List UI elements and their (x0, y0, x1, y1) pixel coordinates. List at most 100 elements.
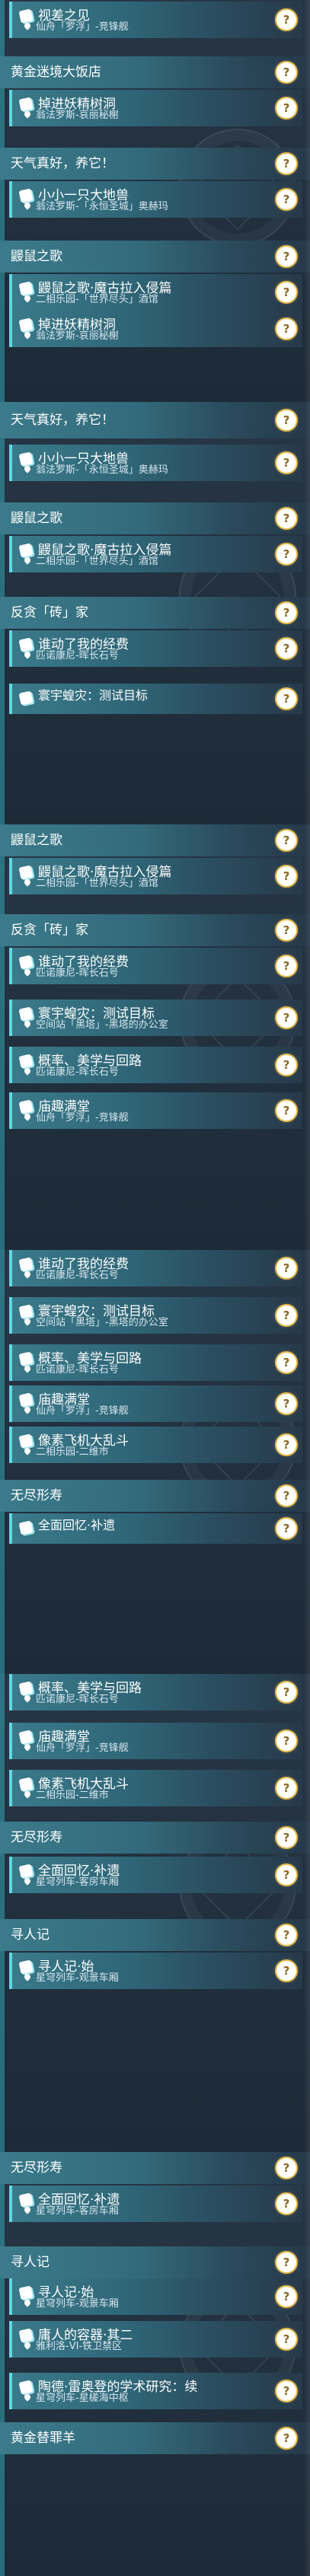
exclamation-badge-icon: ? (276, 1394, 296, 1414)
quest-list-item[interactable]: 谁动了我的经费 匹诺康尼-晖长石号? (9, 630, 302, 667)
quest-location: 二相乐园-二维市 (24, 1446, 109, 1459)
quest-list-item[interactable]: 谁动了我的经费 匹诺康尼-晖长石号? (9, 948, 302, 984)
map-pin-icon (24, 1446, 32, 1455)
exclamation-badge-icon: ? (276, 1435, 296, 1455)
exclamation-badge-icon: ? (276, 1865, 296, 1885)
quest-group-header[interactable]: 鼹鼠之歌? (0, 241, 310, 273)
quest-list-item[interactable]: 小小一只大地兽 翁法罗斯-「永恒圣城」奥赫玛? (9, 445, 302, 481)
quest-location-text: 翁法罗斯-「永恒圣城」奥赫玛 (36, 201, 168, 212)
quest-location-text: 匹诺康尼-晖长石号 (36, 968, 119, 979)
exclamation-badge-icon: ? (276, 190, 296, 209)
quest-list-item[interactable]: 庙趣满堂 仙舟「罗浮」-竞锋舰? (9, 1723, 302, 1759)
quest-list-item[interactable]: 全面回忆·补遗? (9, 1513, 302, 1544)
exclamation-badge-icon: ? (276, 544, 296, 564)
quest-list-item[interactable]: 概率、美学与回路 匹诺康尼-晖长石号? (9, 1344, 302, 1381)
exclamation-badge-icon: ? (276, 1008, 296, 1028)
quest-list-item[interactable]: 鼹鼠之歌·魔古拉入侵篇 二相乐园-「世界尽头」酒馆? (9, 536, 302, 572)
map-pin-icon (24, 464, 32, 473)
quest-list-item[interactable]: 鼹鼠之歌·魔古拉入侵篇 二相乐园-「世界尽头」酒馆? (9, 858, 302, 894)
screenshot-strip: 视差之见 仙舟「罗浮」-竞锋舰? 黄金迷境大饭店? 掉进妖精树洞 翁法罗斯-哀丽秘榭? 天… (0, 0, 310, 402)
quest-list-item[interactable]: 像素飞机大乱斗 二相乐园-二维市? (9, 1770, 302, 1806)
quest-location: 空间站「黑塔」-黑塔的办公室 (24, 1317, 168, 1329)
quest-list-item[interactable]: 寻人记·始 星穹列车-观景车厢? (9, 1953, 302, 1989)
exclamation-badge-icon: ? (276, 1353, 296, 1372)
quest-list-item[interactable]: 庙趣满堂 仙舟「罗浮」-竞锋舰? (9, 1092, 302, 1129)
quest-location-text: 匹诺康尼-晖长石号 (36, 650, 119, 662)
quest-location: 匹诺康尼-晖长石号 (24, 968, 119, 980)
quest-list-item[interactable]: 寰宇蝗灾：测试目标 空间站「黑塔」-黑塔的办公室? (9, 1297, 302, 1334)
map-pin-icon (24, 1694, 32, 1703)
group-title: 鼹鼠之歌 (11, 833, 62, 848)
quest-group-header[interactable]: 天气真好，养它！? (0, 148, 310, 180)
quest-list-item[interactable]: 全面回忆·补遗 星穹列车-客房车厢? (9, 1857, 302, 1893)
map-pin-icon (24, 110, 32, 119)
quest-list-item[interactable]: 全面回忆·补遗 星穹列车-客房车厢? (9, 2185, 302, 2222)
quest-list-item[interactable]: 掉进妖精树洞 翁法罗斯-哀丽秘榭? (9, 90, 302, 126)
quest-list-item[interactable]: 概率、美学与回路 匹诺康尼-晖长石号? (9, 1674, 302, 1710)
quest-list-item[interactable]: 像素飞机大乱斗 二相乐园-二维市? (9, 1427, 302, 1463)
quest-list-item[interactable]: 陶德·雷奥登的学术研究：续 星穹列车-星槎海中枢? (9, 2373, 302, 2409)
exclamation-badge-icon: ? (276, 154, 296, 174)
quest-location: 二相乐园-「世界尽头」酒馆 (24, 556, 158, 568)
group-title: 寻人记 (11, 1927, 50, 1943)
map-pin-icon (24, 2393, 32, 2402)
map-pin-icon (24, 1112, 32, 1121)
quest-location-text: 仙舟「罗浮」-竞锋舰 (36, 1742, 129, 1754)
quest-location-text: 二相乐园-「世界尽头」酒馆 (36, 878, 158, 889)
map-pin-icon (24, 1019, 32, 1028)
quest-location: 空间站「黑塔」-黑塔的办公室 (24, 1019, 168, 1031)
quest-location: 匹诺康尼-晖长石号 (24, 1066, 119, 1079)
quest-list-item[interactable]: 寰宇蝗灾：测试目标 空间站「黑塔」-黑塔的办公室? (9, 999, 302, 1036)
quest-group-header[interactable]: 寻人记? (0, 1919, 310, 1951)
map-pin-icon (24, 878, 32, 887)
quest-group-header[interactable]: 鼹鼠之歌? (0, 502, 310, 534)
quest-group-header[interactable]: 黄金迷境大饭店? (0, 56, 310, 88)
group-title: 鼹鼠之歌 (11, 249, 62, 264)
map-pin-icon (24, 201, 32, 210)
screenshot-strip: 无尽形寿? 全面回忆·补遗 星穹列车-客房车厢? 寻人记? 寻人记·始 星穹列车-观景车厢… (0, 2152, 310, 2576)
map-pin-icon (24, 2341, 32, 2350)
exclamation-badge-icon: ? (276, 920, 296, 940)
screenshot-strip: 天气真好，养它！? 小小一只大地兽 翁法罗斯-「永恒圣城」奥赫玛? 鼹鼠之歌? 鼹鼠之歌… (0, 402, 310, 824)
quest-location-text: 星穹列车-星槎海中枢 (36, 2393, 129, 2404)
quest-list-item[interactable]: 小小一只大地兽 翁法罗斯-「永恒圣城」奥赫玛? (9, 181, 302, 218)
quest-group-header[interactable]: 无尽形寿? (0, 1822, 310, 1854)
quest-location: 二相乐园-「世界尽头」酒馆 (24, 294, 158, 306)
quest-location-text: 星穹列车-客房车厢 (36, 2205, 119, 2217)
quest-list-item[interactable]: 庸人的容器·其二 雅利洛-VI-铁卫禁区? (9, 2321, 302, 2358)
quest-group-header[interactable]: 鼹鼠之歌? (0, 824, 310, 856)
group-title: 天气真好，养它！ (11, 413, 114, 428)
quest-location: 翁法罗斯-哀丽秘榭 (24, 110, 119, 122)
exclamation-badge-icon: ? (276, 453, 296, 473)
quest-list-item[interactable]: 概率、美学与回路 匹诺康尼-晖长石号? (9, 1047, 302, 1083)
map-pin-icon (24, 650, 32, 659)
group-title: 寻人记 (11, 2255, 50, 2270)
exclamation-badge-icon: ? (276, 689, 296, 709)
map-pin-icon (24, 968, 32, 977)
quest-group-header[interactable]: 无尽形寿? (0, 1480, 310, 1512)
group-title: 天气真好，养它！ (11, 156, 114, 171)
quest-list-item[interactable]: 寰宇蝗灾：测试目标? (9, 684, 302, 714)
quest-list-item[interactable]: 鼹鼠之歌·魔古拉入侵篇 二相乐园-「世界尽头」酒馆? (9, 274, 302, 311)
quest-list-item[interactable]: 掉进妖精树洞 翁法罗斯-哀丽秘榭? (9, 311, 302, 347)
quest-group-header[interactable]: 黄金替罪羊? (0, 2422, 310, 2454)
quest-list-item[interactable]: 视差之见 仙舟「罗浮」-竞锋舰? (9, 2, 302, 38)
quest-group-header[interactable]: 寻人记? (0, 2246, 310, 2278)
exclamation-badge-icon: ? (276, 2428, 296, 2448)
quest-location: 星穹列车-观景车厢 (24, 2298, 119, 2310)
quest-location: 匹诺康尼-晖长石号 (24, 1270, 119, 1282)
quest-group-header[interactable]: 反贪「砖」家? (0, 914, 310, 946)
quest-group-header[interactable]: 天气真好，养它！? (0, 402, 310, 438)
quest-list-item[interactable]: 庙趣满堂 仙舟「罗浮」-竞锋舰? (9, 1385, 302, 1422)
quest-location: 匹诺康尼-晖长石号 (24, 1694, 119, 1706)
quest-location-text: 匹诺康尼-晖长石号 (36, 1694, 119, 1705)
quest-group-header[interactable]: 无尽形寿? (0, 2152, 310, 2184)
exclamation-badge-icon: ? (276, 1778, 296, 1798)
quest-list-item[interactable]: 寻人记·始 星穹列车-观景车厢? (9, 2278, 302, 2315)
exclamation-badge-icon: ? (276, 603, 296, 623)
quest-location: 仙舟「罗浮」-竞锋舰 (24, 21, 129, 33)
quest-list-item[interactable]: 谁动了我的经费 匹诺康尼-晖长石号? (9, 1250, 302, 1286)
map-pin-icon (24, 1790, 32, 1799)
exclamation-badge-icon: ? (276, 956, 296, 976)
quest-group-header[interactable]: 反贪「砖」家? (0, 597, 310, 629)
